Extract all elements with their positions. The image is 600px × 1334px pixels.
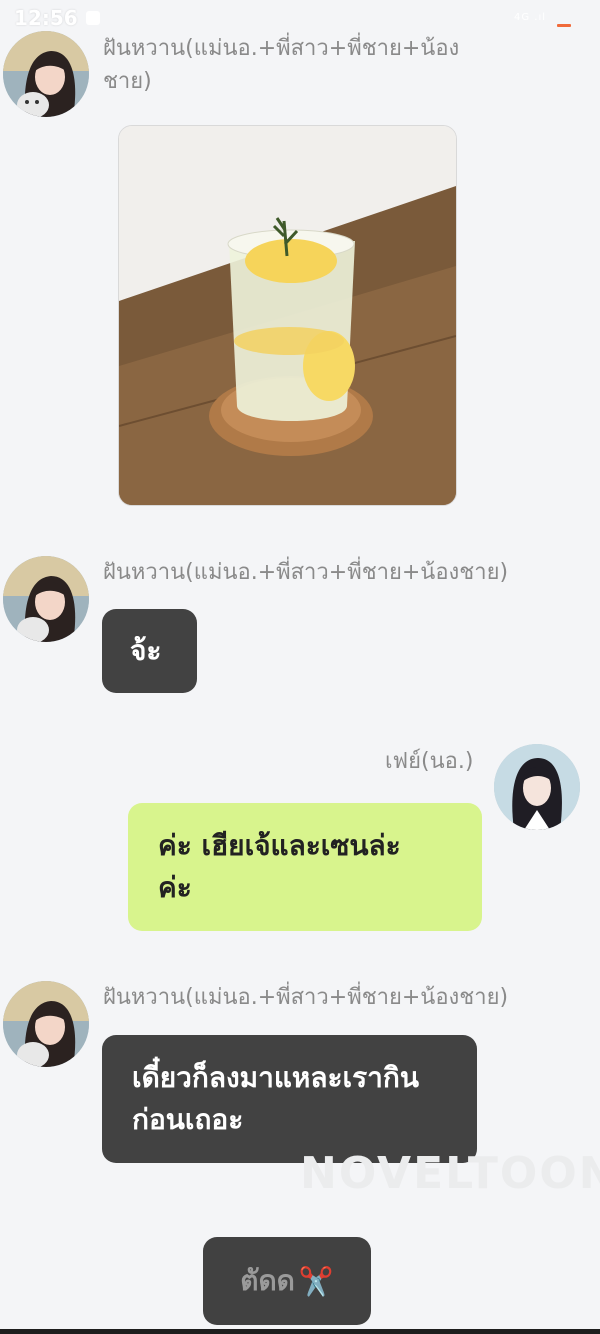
- bottom-bar: [0, 1329, 600, 1334]
- sender-name: ฝันหวาน(แม่นอ.+พี่สาว+พี่ชาย+น้องชาย): [103, 985, 509, 1010]
- signal-icon: 4G .ıl: [514, 12, 547, 23]
- sender-name: เฟย์(นอ.): [385, 749, 474, 774]
- notification-icon: [86, 11, 100, 25]
- sender-name: ฝันหวาน(แม่นอ.+พี่สาว+พี่ชาย+น้องชาย): [103, 560, 509, 585]
- lemon-soda-photo[interactable]: [118, 125, 457, 506]
- avatar-funwan[interactable]: [3, 31, 89, 117]
- message-bubble[interactable]: จ้ะ: [102, 609, 197, 693]
- scissors-icon: ✂️: [298, 1264, 334, 1298]
- message-bubble[interactable]: เดี๋ยวก็ลงมาแหละเรากิน ก่อนเถอะ: [102, 1035, 477, 1163]
- sender-name: ฝันหวาน(แม่นอ.+พี่สาว+พี่ชาย+น้อง ชาย): [103, 36, 460, 94]
- status-time: 12:56: [14, 6, 78, 30]
- avatar-funwan[interactable]: [3, 981, 89, 1067]
- status-bar: 12:56 4G .ıl: [0, 0, 600, 34]
- watermark-logo: NOVELTOON: [300, 1148, 600, 1199]
- cut-button-label: ตัดด: [240, 1264, 295, 1297]
- battery-icon: [557, 24, 571, 27]
- avatar-funwan[interactable]: [3, 556, 89, 642]
- message-bubble-self[interactable]: ค่ะ เฮียเจ้และเซนล่ะ ค่ะ: [128, 803, 482, 931]
- avatar-fay[interactable]: [494, 744, 580, 830]
- cut-button[interactable]: ตัดด ✂️: [203, 1237, 371, 1325]
